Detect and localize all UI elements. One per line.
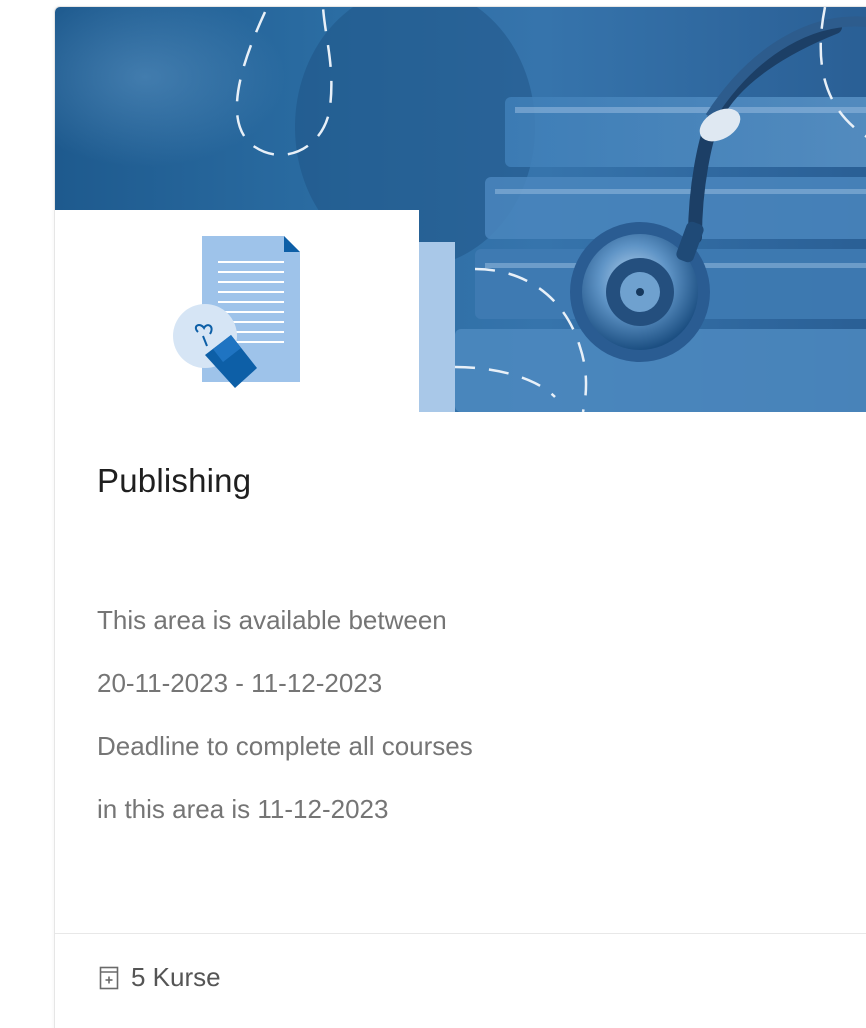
deadline-text: Deadline to complete all courses [97,731,473,761]
course-count-label: 5 Kurse [131,962,221,992]
document-lightbulb-icon [173,236,300,388]
area-title: Publishing [97,462,252,499]
card-divider [55,933,866,934]
area-card[interactable]: Publishing This area is available betwee… [54,6,866,1028]
availability-dates: 20-11-2023 - 11-12-2023 [97,668,383,698]
banner-accent-strip [419,242,455,412]
page: Publishing This area is available betwee… [0,0,866,1028]
deadline-date: in this area is 11-12-2023 [97,794,389,824]
area-description: This area is available between 20-11-202… [97,589,473,841]
area-icon-box [55,210,419,412]
availability-text: This area is available between [97,605,447,635]
course-count: 5 Kurse [99,962,221,993]
course-list-icon [99,966,119,989]
